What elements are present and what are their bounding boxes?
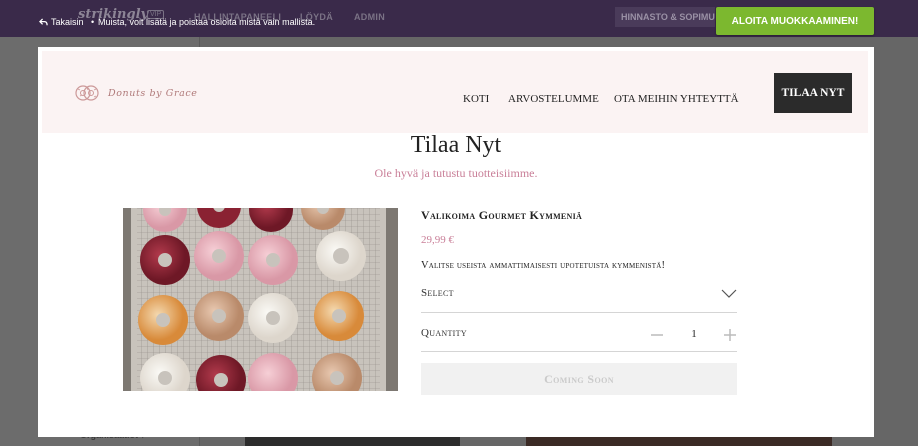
site-brand[interactable]: Donuts by Grace [72,83,198,103]
site-header: Donuts by Grace KOTI ARVOSTELUMME OTA ME… [42,51,868,133]
product-image[interactable] [123,208,398,391]
nav-link-home[interactable]: KOTI [463,93,489,105]
nav-link-reviews[interactable]: ARVOSTELUMME [508,93,599,105]
variant-select[interactable]: Select [421,275,737,313]
site-preview: Donuts by Grace KOTI ARVOSTELUMME OTA ME… [38,47,874,437]
select-label: Select [421,287,454,299]
section-subtitle: Ole hyvä ja tutustu tuotteisiimme. [374,166,538,180]
background-block [245,437,460,446]
start-editing-button[interactable]: ALOITA MUOKKAAMINEN! [716,7,874,35]
product-name: Valikoima Gourmet Kymmeniä [421,208,583,222]
quantity-stepper: Quantity 1 [421,314,737,352]
coming-soon-button[interactable]: Coming Soon [421,363,737,395]
chevron-down-icon [721,289,737,298]
background-block [526,437,832,446]
section-title: Tilaa Nyt [410,132,502,158]
brand-name: Donuts by Grace [108,87,198,99]
minus-icon[interactable] [650,328,664,342]
nav-link-contact[interactable]: OTA MEIHIN YHTEYTTÄ [614,93,739,105]
back-arrow-icon [39,17,48,25]
back-link-label: Takaisin [51,17,84,27]
donut-logo-icon [75,85,99,101]
notice-separator: • [91,17,95,27]
builder-nav-admin[interactable]: ADMIN [354,12,385,22]
back-link[interactable]: Takaisin [39,17,84,27]
quantity-value[interactable]: 1 [688,328,700,340]
product-description: Valitse useista ammattimaisesti upotetui… [421,260,666,271]
builder-pricing-link[interactable]: HINNASTO & SOPIMUS [615,7,715,27]
donut-tray-illustration [123,208,398,391]
order-now-button[interactable]: TILAA NYT [774,73,852,113]
plus-icon[interactable] [723,328,737,342]
quantity-label: Quantity [421,327,467,339]
product-price: 29,99 € [421,234,454,246]
notice-text: Muista, voit lisätä ja poistaa osioita m… [98,17,316,27]
